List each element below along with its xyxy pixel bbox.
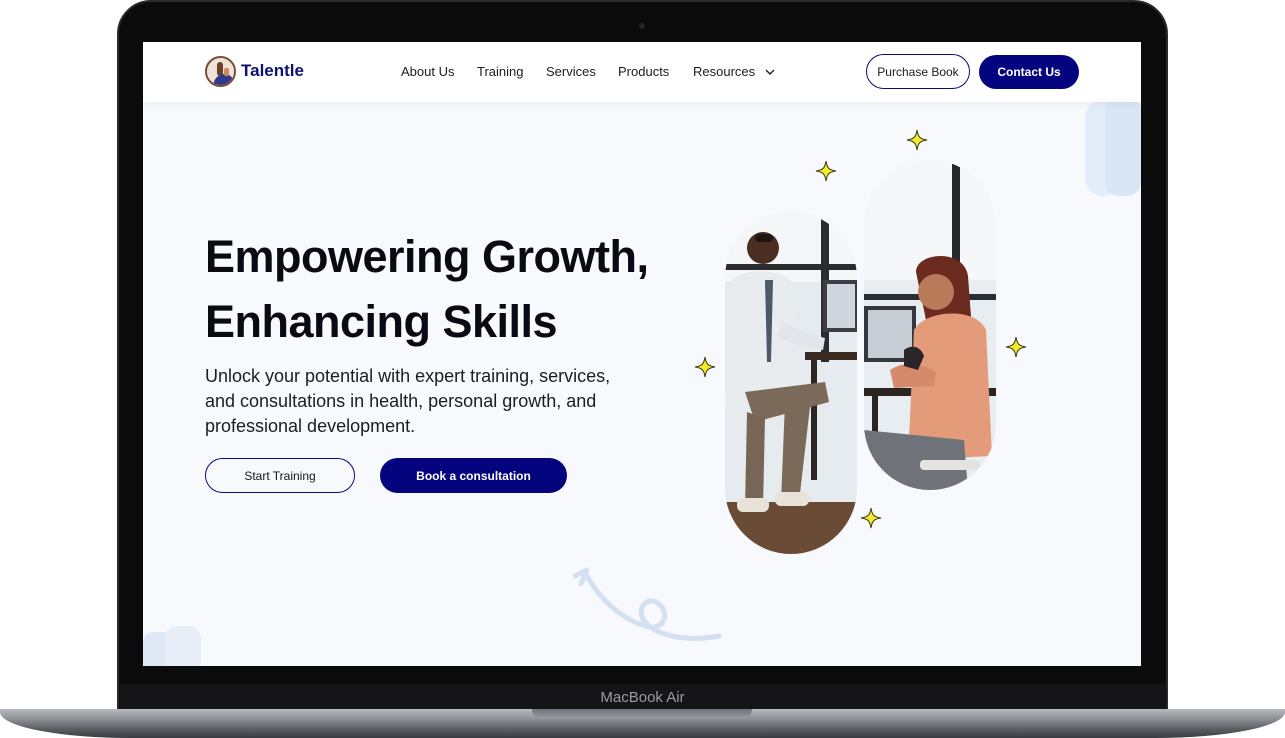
curly-arrow-icon <box>572 567 722 641</box>
start-training-button[interactable]: Start Training <box>205 458 355 493</box>
hero-title: Empowering Growth, Enhancing Skills <box>205 224 675 354</box>
thumbs-up-person-icon[interactable] <box>205 56 236 87</box>
decor-blob-bottom-left <box>143 626 201 666</box>
contact-us-button[interactable]: Contact Us <box>979 55 1079 89</box>
browser-screen: Talentle About Us Training Services Prod… <box>143 42 1141 666</box>
hero-photo-doctor <box>725 212 857 554</box>
hero-subtitle: Unlock your potential with expert traini… <box>205 366 611 436</box>
site-header: Talentle About Us Training Services Prod… <box>143 42 1141 102</box>
laptop-notch <box>532 709 752 719</box>
nav-about-us[interactable]: About Us <box>401 64 454 79</box>
chevron-down-icon <box>765 69 775 76</box>
four-point-star-icon <box>694 356 716 378</box>
purchase-book-button[interactable]: Purchase Book <box>866 54 970 89</box>
hero-title-line1: Empowering Growth, <box>205 231 649 282</box>
logo-text[interactable]: Talentle <box>241 61 304 81</box>
nav-training[interactable]: Training <box>477 64 523 79</box>
nav-resources-label: Resources <box>693 64 756 79</box>
four-point-star-icon <box>815 160 837 182</box>
hero-title-line2: Enhancing Skills <box>205 296 558 347</box>
four-point-star-icon <box>1005 336 1027 358</box>
nav-products[interactable]: Products <box>618 64 669 79</box>
nav-resources[interactable]: Resources <box>693 64 775 79</box>
camera-icon <box>639 23 645 29</box>
book-consultation-button[interactable]: Book a consultation <box>380 458 567 493</box>
nav-services[interactable]: Services <box>546 64 596 79</box>
four-point-star-icon <box>860 507 882 529</box>
four-point-star-icon <box>906 129 928 151</box>
hero-photo-patient <box>864 160 996 490</box>
device-label: MacBook Air <box>600 689 685 706</box>
decor-blob-top-right <box>1085 96 1141 196</box>
